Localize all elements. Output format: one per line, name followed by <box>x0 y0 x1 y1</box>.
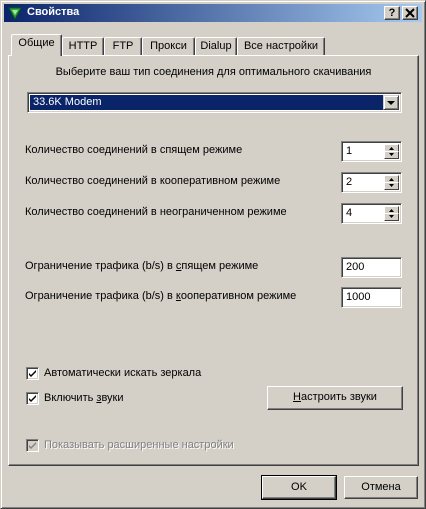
spin-down-button[interactable] <box>384 213 399 221</box>
checkmark-icon <box>29 442 36 449</box>
tab-label: HTTP <box>68 40 98 52</box>
auto-mirror-label[interactable]: Автоматически искать зеркала <box>44 367 201 379</box>
tab-all-settings[interactable]: Все настройки <box>237 37 325 56</box>
cooperative-connections-value: 2 <box>346 176 353 188</box>
sleep-traffic-value: 200 <box>346 261 365 273</box>
tab-dialup[interactable]: Dialup <box>195 37 237 56</box>
connection-type-select[interactable]: 33.6K Modem <box>27 92 402 113</box>
ok-label: OK <box>291 481 307 493</box>
unlimited-connections-value: 4 <box>346 207 353 219</box>
app-icon <box>8 7 22 21</box>
sleep-traffic-input[interactable]: 200 <box>341 257 402 278</box>
sleep-connections-label: Количество соединений в спящем режиме <box>25 144 243 156</box>
cooperative-connections-spinner[interactable]: 2 <box>341 172 402 193</box>
cancel-label: Отмена <box>361 481 401 493</box>
auto-mirror-checkbox[interactable] <box>26 367 39 380</box>
button-accelerator: Н <box>293 391 301 403</box>
tab-label: Общие <box>18 37 55 49</box>
checkmark-icon <box>29 395 36 402</box>
tab-general[interactable]: Общие <box>11 34 62 56</box>
sleep-traffic-label: Ограничение трафика (b/s) в спящем режим… <box>25 260 258 272</box>
dropdown-button[interactable] <box>383 95 399 110</box>
advanced-settings-checkbox <box>26 439 39 452</box>
configure-sounds-button[interactable]: Настроить звуки <box>267 386 403 410</box>
cooperative-traffic-value: 1000 <box>346 291 371 303</box>
general-panel: Выберите ваш тип соединения для оптималь… <box>8 55 419 466</box>
close-button[interactable] <box>402 6 418 20</box>
triangle-down-icon <box>389 215 394 218</box>
triangle-down-icon <box>387 101 395 105</box>
cancel-button[interactable]: Отмена <box>344 476 418 499</box>
triangle-down-icon <box>389 184 394 187</box>
unlimited-connections-spinner[interactable]: 4 <box>341 203 402 224</box>
ok-button[interactable]: OK <box>261 475 337 500</box>
tab-label: Все настройки <box>243 40 319 52</box>
advanced-settings-label: Показывать расширенные настройки <box>44 439 234 451</box>
label-part: ооперативном режиме <box>180 290 297 302</box>
sleep-connections-value: 1 <box>346 145 353 157</box>
cooperative-connections-label: Количество соединений в кооперативном ре… <box>25 175 281 187</box>
connection-type-prompt: Выберите ваш тип соединения для оптималь… <box>55 66 372 78</box>
unlimited-connections-label: Количество соединений в неограниченном р… <box>25 206 287 218</box>
label-part: Включить <box>44 392 97 404</box>
tab-http[interactable]: HTTP <box>62 37 104 56</box>
close-icon <box>405 8 415 18</box>
tab-label: Dialup <box>200 40 232 52</box>
connection-type-value: 33.6K Modem <box>30 95 383 110</box>
label-part: вуки <box>101 392 124 404</box>
tab-label: FTP <box>112 40 134 52</box>
help-button[interactable]: ? <box>384 6 400 20</box>
sounds-checkbox[interactable] <box>26 392 39 405</box>
label-part: Ограничение трафика (b/s) в <box>25 260 176 272</box>
title-bar[interactable]: Свойства ? <box>4 4 422 22</box>
cooperative-traffic-label: Ограничение трафика (b/s) в кооперативно… <box>25 290 296 302</box>
label-part: Ограничение трафика (b/s) в <box>25 290 176 302</box>
label-part: пящем режиме <box>181 260 259 272</box>
spin-down-button[interactable] <box>384 151 399 159</box>
checkmark-icon <box>29 370 36 377</box>
sleep-connections-spinner[interactable]: 1 <box>341 141 402 162</box>
tab-proxy[interactable]: Прокси <box>142 37 195 56</box>
triangle-down-icon <box>389 153 394 156</box>
tab-label: Прокси <box>150 40 187 52</box>
spin-down-button[interactable] <box>384 182 399 190</box>
window-title: Свойства <box>27 6 80 18</box>
sounds-label[interactable]: Включить звуки <box>44 392 124 404</box>
properties-dialog: Свойства ? Общие HTTP FTP Прокси Dialup … <box>0 0 426 509</box>
tab-ftp[interactable]: FTP <box>104 37 142 56</box>
cooperative-traffic-input[interactable]: 1000 <box>341 287 402 308</box>
button-label: астроить звуки <box>300 391 377 403</box>
